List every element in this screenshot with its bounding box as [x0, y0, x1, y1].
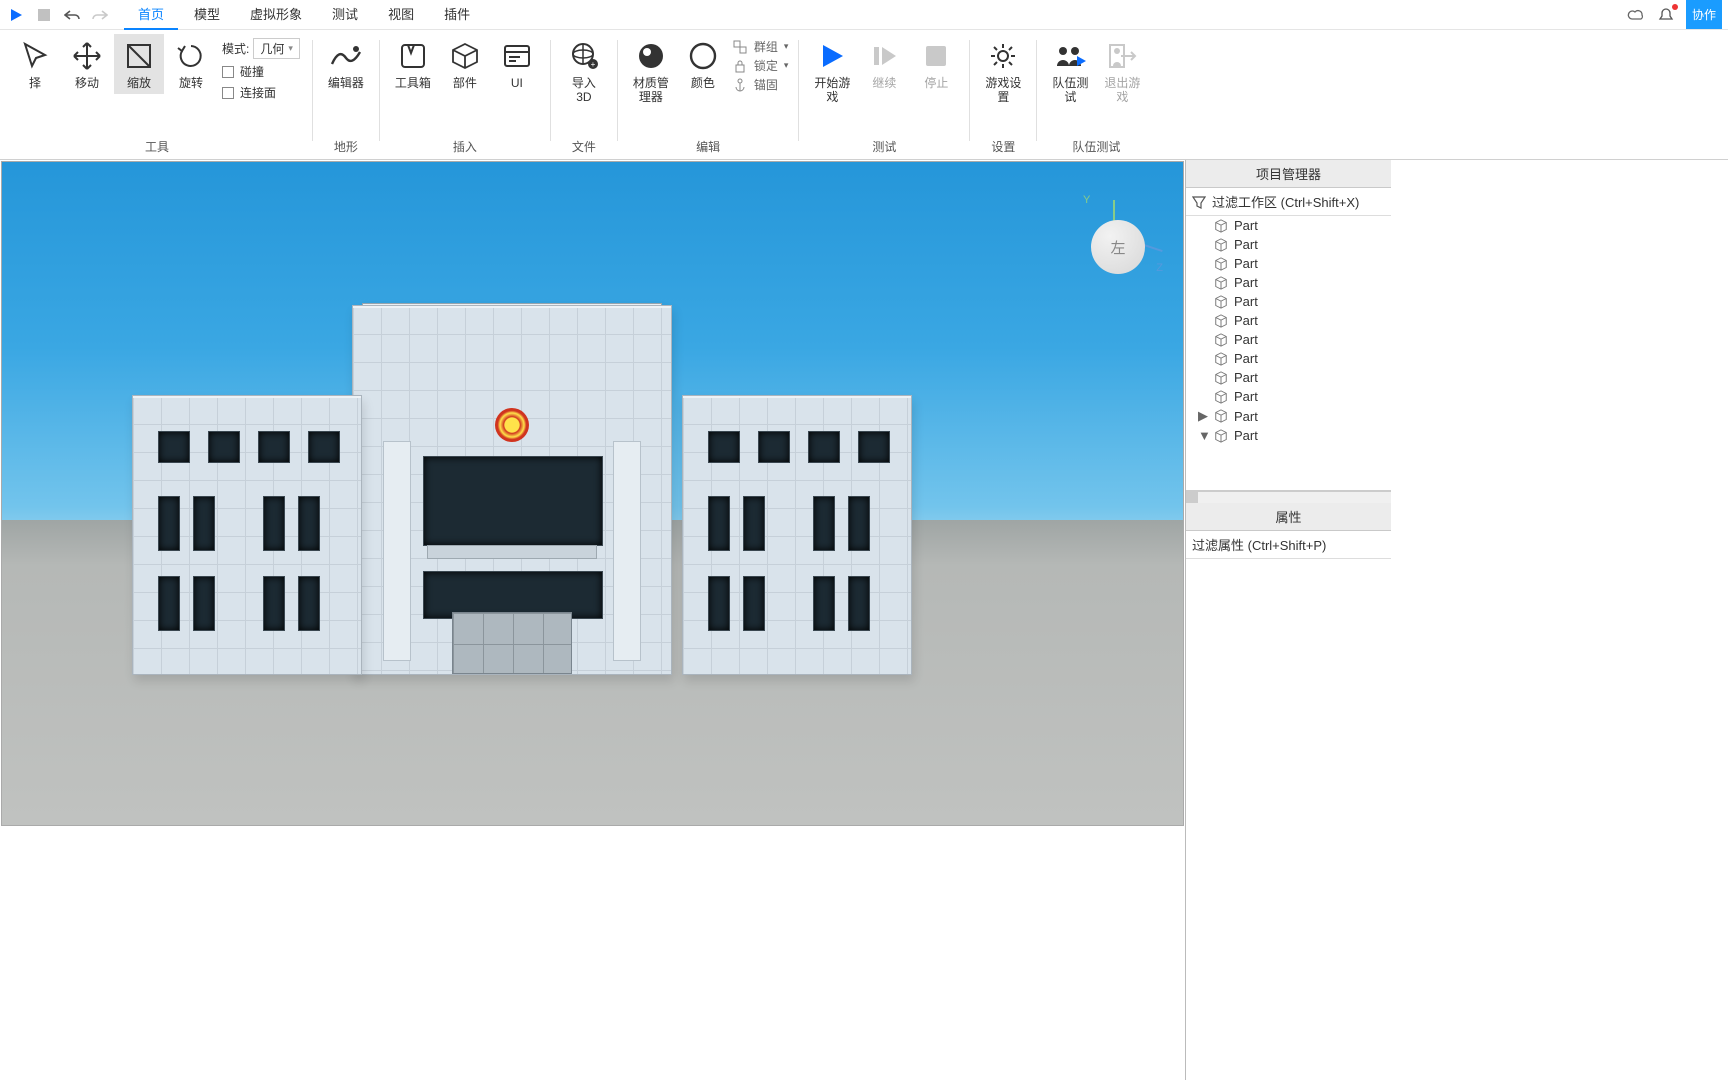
properties-body: [1186, 559, 1391, 1080]
workspace: Y Z 左 项目管理器 过滤工作区 (Ctrl+Shift+X) PartPar…: [0, 160, 1728, 1080]
group-tools: 择 移动 缩放 旋转 模式:几何▾ 碰撞 连接面 工具: [6, 34, 308, 159]
explorer-title: 项目管理器: [1186, 160, 1391, 188]
right-panel: 项目管理器 过滤工作区 (Ctrl+Shift+X) PartPartPartP…: [1185, 160, 1391, 1080]
team-test-button[interactable]: 队伍测试: [1045, 34, 1095, 109]
play-icon[interactable]: [6, 5, 26, 25]
group-insert: 工具箱 部件 UI 插入: [384, 34, 546, 159]
tab-model[interactable]: 模型: [180, 0, 234, 30]
tree-item[interactable]: Part: [1186, 235, 1391, 254]
bell-icon[interactable]: [1656, 5, 1676, 25]
explorer-filter[interactable]: 过滤工作区 (Ctrl+Shift+X): [1186, 188, 1391, 216]
anchor-icon: [732, 77, 748, 93]
tree-item[interactable]: ▼Part: [1186, 426, 1391, 445]
mode-select[interactable]: 几何▾: [253, 38, 300, 59]
ui-button[interactable]: UI: [492, 34, 542, 94]
stop-icon[interactable]: [34, 5, 54, 25]
exit-game-button[interactable]: 退出游戏: [1097, 34, 1147, 109]
tab-view[interactable]: 视图: [374, 0, 428, 30]
collision-checkbox[interactable]: [222, 66, 234, 78]
move-button[interactable]: 移动: [62, 34, 112, 94]
import-3d-button[interactable]: +导入3D: [559, 34, 609, 109]
viewport-3d[interactable]: Y Z 左: [1, 161, 1184, 826]
group-test: 开始游戏 继续 停止 测试: [803, 34, 965, 159]
svg-text:+: +: [591, 60, 596, 69]
group-icon: [732, 39, 748, 55]
scale-button[interactable]: 缩放: [114, 34, 164, 94]
collab-button[interactable]: 协作: [1686, 0, 1722, 29]
part-button[interactable]: 部件: [440, 34, 490, 94]
tab-plugins[interactable]: 插件: [430, 0, 484, 30]
tree-item[interactable]: Part: [1186, 311, 1391, 330]
tree-item[interactable]: Part: [1186, 387, 1391, 406]
filter-icon: [1192, 195, 1206, 209]
tree-scroll-h[interactable]: [1186, 491, 1391, 503]
group-terrain: 编辑器 地形: [317, 34, 375, 159]
tab-test[interactable]: 测试: [318, 0, 372, 30]
explorer-tree[interactable]: PartPartPartPartPartPartPartPartPartPart…: [1186, 216, 1391, 491]
mode-column: 模式:几何▾ 碰撞 连接面: [218, 34, 304, 101]
terrain-editor-button[interactable]: 编辑器: [321, 34, 371, 94]
tree-item[interactable]: Part: [1186, 216, 1391, 235]
quick-access-bar: 首页 模型 虚拟形象 测试 视图 插件 协作: [0, 0, 1728, 30]
tab-home[interactable]: 首页: [124, 0, 178, 30]
properties-filter[interactable]: 过滤属性 (Ctrl+Shift+P): [1186, 531, 1391, 559]
game-settings-button[interactable]: 游戏设置: [978, 34, 1028, 109]
tree-item[interactable]: Part: [1186, 349, 1391, 368]
rotate-button[interactable]: 旋转: [166, 34, 216, 94]
redo-icon[interactable]: [90, 5, 110, 25]
ribbon: 择 移动 缩放 旋转 模式:几何▾ 碰撞 连接面 工具 编辑器 地形 工具箱 部…: [0, 30, 1728, 160]
view-gizmo[interactable]: Y Z 左: [1073, 192, 1163, 282]
material-button[interactable]: 材质管理器: [626, 34, 676, 109]
resume-button[interactable]: 继续: [859, 34, 909, 94]
group-edit: 材质管理器 颜色 群组▾ 锁定▾ 锚固 编辑: [622, 34, 795, 159]
menu-tabs: 首页 模型 虚拟形象 测试 视图 插件: [124, 0, 484, 30]
properties-title: 属性: [1186, 503, 1391, 531]
tree-item[interactable]: Part: [1186, 292, 1391, 311]
tree-item[interactable]: Part: [1186, 330, 1391, 349]
tree-item[interactable]: ▶Part: [1186, 406, 1391, 426]
select-button[interactable]: 择: [10, 34, 60, 94]
tree-item[interactable]: Part: [1186, 368, 1391, 387]
stop-game-button[interactable]: 停止: [911, 34, 961, 94]
join-checkbox[interactable]: [222, 87, 234, 99]
toolbox-button[interactable]: 工具箱: [388, 34, 438, 94]
undo-icon[interactable]: [62, 5, 82, 25]
tab-avatar[interactable]: 虚拟形象: [236, 0, 316, 30]
emblem-icon: [495, 408, 529, 442]
color-button[interactable]: 颜色: [678, 34, 728, 94]
group-team: 队伍测试 退出游戏 队伍测试: [1041, 34, 1151, 159]
cloud-icon[interactable]: [1626, 5, 1646, 25]
group-settings: 游戏设置 设置: [974, 34, 1032, 159]
play-game-button[interactable]: 开始游戏: [807, 34, 857, 109]
door: [452, 612, 572, 674]
edit-stack: 群组▾ 锁定▾ 锚固: [730, 34, 791, 97]
building-model: [132, 305, 912, 675]
tree-item[interactable]: Part: [1186, 273, 1391, 292]
group-file: +导入3D 文件: [555, 34, 613, 159]
lock-icon: [732, 58, 748, 74]
tree-item[interactable]: Part: [1186, 254, 1391, 273]
